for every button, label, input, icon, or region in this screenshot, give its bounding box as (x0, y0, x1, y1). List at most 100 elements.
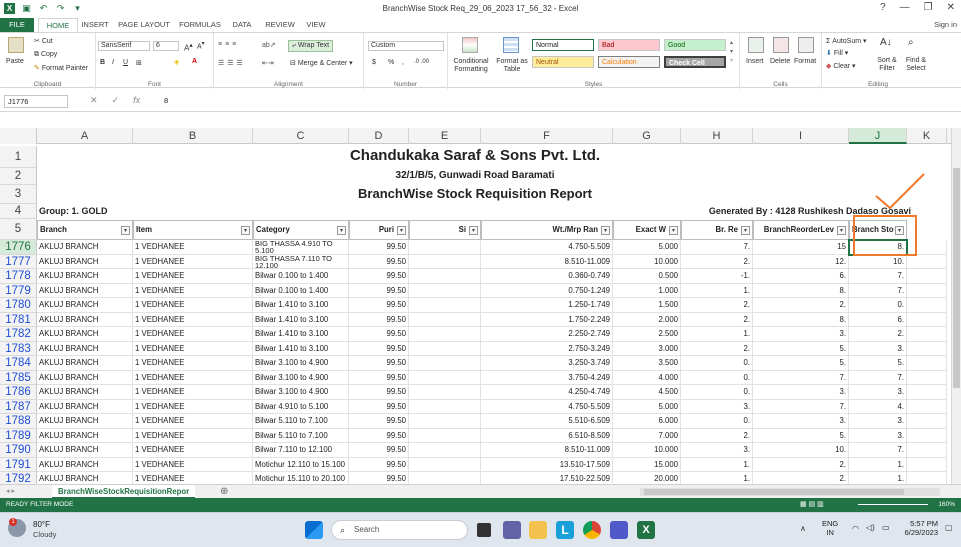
insert-button[interactable]: Insert (746, 58, 764, 65)
cell-category[interactable]: Bilwar 1.410 to 3.100 (253, 327, 349, 342)
cell-br[interactable]: 0. (681, 356, 753, 371)
app-l-icon[interactable]: L (556, 521, 574, 539)
table-header-cell[interactable]: Exact W ▾ (613, 220, 681, 240)
column-header-f[interactable]: F (481, 128, 613, 144)
cell-wt[interactable]: 8.510-11.009 (481, 254, 613, 269)
cell-item[interactable]: 1 VEDHANEE (133, 240, 253, 255)
cell-purity[interactable]: 99.50 (349, 240, 409, 255)
underline-button[interactable]: U (123, 59, 128, 66)
orientation-icon[interactable]: ab↗ (262, 41, 276, 49)
tray-chevron-icon[interactable]: ∧ (800, 524, 806, 533)
cell-empty[interactable] (409, 240, 481, 255)
cell-category[interactable]: Motichur 12.110 to 15.100 (253, 457, 349, 472)
cell-reorder[interactable]: 6. (753, 269, 849, 284)
number-format-select[interactable]: Custom (368, 41, 444, 51)
minimize-button[interactable]: — (900, 2, 910, 13)
cell-purity[interactable]: 99.50 (349, 443, 409, 458)
find-icon[interactable]: ⌕ (908, 37, 914, 48)
cell-category[interactable]: Bilwar 1.410 to 3.100 (253, 341, 349, 356)
percent-button[interactable]: % (388, 59, 394, 66)
comma-button[interactable]: , (402, 59, 404, 66)
cell-br[interactable]: 1. (681, 457, 753, 472)
row-header[interactable]: 1778 (0, 269, 37, 284)
row-header[interactable]: 1786 (0, 385, 37, 400)
grow-font-icon[interactable]: A▴ (184, 41, 193, 53)
cell-exact[interactable]: 5.000 (613, 240, 681, 255)
cell-empty[interactable] (907, 385, 947, 400)
tab-review[interactable]: REVIEW (262, 18, 298, 32)
cell-branch[interactable]: AKLUJ BRANCH (37, 254, 133, 269)
filter-dropdown-icon[interactable]: ▾ (397, 226, 406, 235)
cell-exact[interactable]: 1.000 (613, 283, 681, 298)
cancel-icon[interactable]: ✕ (90, 95, 98, 106)
row-header[interactable]: 1785 (0, 370, 37, 385)
cell-empty[interactable] (409, 370, 481, 385)
cell-reorder[interactable]: 3. (753, 385, 849, 400)
column-header-g[interactable]: G (613, 128, 681, 144)
cell-wt[interactable]: 4.750-5.509 (481, 240, 613, 255)
row-header[interactable]: 5 (0, 219, 37, 240)
format-painter-button[interactable]: ✎ Format Painter (34, 64, 88, 72)
cell-reorder[interactable]: 12. (753, 254, 849, 269)
tab-home[interactable]: HOME (38, 18, 78, 32)
styles-scroll-icon[interactable]: ▴ ▾ ▿ (730, 39, 733, 66)
cell-br[interactable]: 7. (681, 240, 753, 255)
filter-dropdown-icon[interactable]: ▾ (337, 226, 346, 235)
restore-button[interactable]: ❐ (924, 2, 933, 13)
cell-empty[interactable] (409, 254, 481, 269)
row-header[interactable]: 1791 (0, 457, 37, 472)
row-header[interactable]: 1779 (0, 283, 37, 298)
new-sheet-button[interactable]: ⊕ (220, 486, 228, 497)
teams-icon[interactable] (610, 521, 628, 539)
italic-button[interactable]: I (112, 59, 114, 66)
cell-empty[interactable] (907, 341, 947, 356)
sheet-nav-icons[interactable]: ◂ ▸ (6, 487, 15, 495)
cell-exact[interactable]: 15.000 (613, 457, 681, 472)
table-header-cell[interactable]: BranchReorderLev ▾ (753, 220, 849, 240)
delete-button[interactable]: Delete (770, 58, 790, 65)
cell-br[interactable]: 2. (681, 341, 753, 356)
style-check-cell[interactable]: Check Cell (664, 56, 726, 68)
excel-taskbar-icon[interactable]: X (637, 521, 655, 539)
cell-purity[interactable]: 99.50 (349, 312, 409, 327)
cell-wt[interactable]: 13.510-17.509 (481, 457, 613, 472)
cell-branch[interactable]: AKLUJ BRANCH (37, 457, 133, 472)
row-header[interactable]: 1789 (0, 428, 37, 443)
cell-stock[interactable]: 1. (849, 472, 907, 484)
table-header-cell[interactable]: Wt./Mrp Ran ▾ (481, 220, 613, 240)
cell-reorder[interactable]: 15 (753, 240, 849, 255)
cell-exact[interactable]: 2.000 (613, 312, 681, 327)
cell-reorder[interactable]: 3. (753, 414, 849, 429)
conditional-formatting-icon[interactable] (462, 37, 478, 53)
cell-exact[interactable]: 10.000 (613, 443, 681, 458)
sheet-tab[interactable]: BranchWiseStockRequisitionRepor (52, 485, 196, 499)
row-header[interactable]: 1784 (0, 356, 37, 371)
row-header[interactable]: 3 (0, 185, 37, 204)
insert-function-icon[interactable]: fx (133, 95, 140, 106)
cell-wt[interactable]: 3.250-3.749 (481, 356, 613, 371)
cell-purity[interactable]: 99.50 (349, 327, 409, 342)
cell-reorder[interactable]: 2. (753, 457, 849, 472)
cell-empty[interactable] (409, 341, 481, 356)
cell-br[interactable]: 1. (681, 283, 753, 298)
cell-category[interactable]: Bilwar 4.910 to 5.100 (253, 399, 349, 414)
zoom-level[interactable]: 160% (938, 498, 955, 512)
cell-empty[interactable] (907, 457, 947, 472)
cell-br[interactable]: 2. (681, 312, 753, 327)
column-header-i[interactable]: I (753, 128, 849, 144)
cell-wt[interactable]: 3.750-4.249 (481, 370, 613, 385)
cell-reorder[interactable]: 10. (753, 443, 849, 458)
cell-purity[interactable]: 99.50 (349, 341, 409, 356)
cell-wt[interactable]: 6.510-8.509 (481, 428, 613, 443)
cell-exact[interactable]: 2.500 (613, 327, 681, 342)
cell-exact[interactable]: 3.500 (613, 356, 681, 371)
file-explorer-icon[interactable] (529, 521, 547, 539)
cell-exact[interactable]: 1.500 (613, 298, 681, 313)
cell-purity[interactable]: 99.50 (349, 269, 409, 284)
vertical-scroll-thumb[interactable] (953, 168, 960, 388)
table-header-cell[interactable]: Si ▾ (409, 220, 481, 240)
column-header-k[interactable]: K (907, 128, 947, 144)
cell-reorder[interactable]: 8. (753, 312, 849, 327)
cell-empty[interactable] (907, 312, 947, 327)
table-header-cell[interactable]: Category ▾ (253, 220, 349, 240)
